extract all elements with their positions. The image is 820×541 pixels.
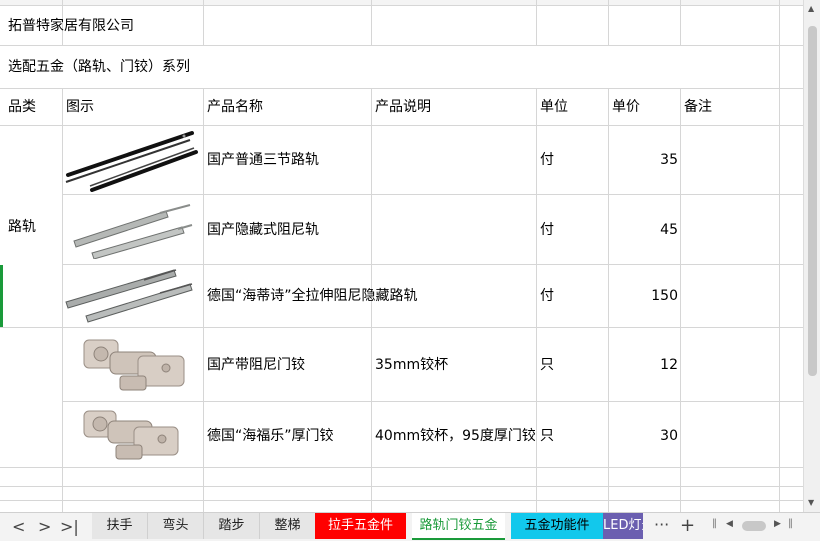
company-name: 拓普特家居有限公司 xyxy=(8,18,134,34)
add-sheet-icon[interactable]: + xyxy=(680,515,695,536)
gridline xyxy=(62,194,803,195)
gridline xyxy=(0,467,803,468)
series-title: 选配五金（路轨、门铰）系列 xyxy=(8,59,190,75)
last-sheet-icon[interactable]: >| xyxy=(60,517,79,536)
header-unit: 单位 xyxy=(540,99,568,115)
hinge-icon xyxy=(83,410,179,460)
gridline xyxy=(62,88,63,512)
spreadsheet-grid[interactable]: 拓普特家居有限公司 选配五金（路轨、门铰）系列 品类 图示 产品名称 产品说明 … xyxy=(0,0,803,512)
product-name: 德国“海蒂诗”全拉伸阻尼隐藏路轨 xyxy=(207,288,418,304)
silver-full-extension-rail-icon xyxy=(65,269,193,323)
tab-staircase[interactable]: 整梯 xyxy=(260,513,316,539)
gridline xyxy=(62,264,803,265)
tab-functional-hardware[interactable]: 五金功能件 xyxy=(511,513,603,539)
gridline xyxy=(608,0,609,45)
gridline xyxy=(203,0,204,45)
header-desc: 产品说明 xyxy=(375,99,431,115)
header-price: 单价 xyxy=(612,99,640,115)
product-unit: 付 xyxy=(540,152,554,168)
product-name: 德国“海福乐”厚门铰 xyxy=(207,428,334,444)
gridline xyxy=(0,5,803,6)
silver-concealed-rail-icon xyxy=(73,204,193,259)
gridline xyxy=(608,88,609,512)
next-sheet-icon[interactable]: > xyxy=(38,517,51,536)
tab-elbow[interactable]: 弯头 xyxy=(148,513,204,539)
product-unit: 付 xyxy=(540,222,554,238)
gridline xyxy=(680,0,681,45)
product-unit: 只 xyxy=(540,428,554,444)
scroll-down-icon[interactable]: ▼ xyxy=(808,498,814,507)
tab-led-lighting[interactable]: LED灯光 xyxy=(603,513,643,539)
tab-handle-hardware[interactable]: 拉手五金件 xyxy=(315,513,406,539)
category-rail: 路轨 xyxy=(8,219,36,235)
product-desc: 40mm铰杯，95度厚门铰链 xyxy=(375,428,535,444)
vertical-scrollbar[interactable]: ▲ ▼ xyxy=(803,0,820,512)
tab-handrail[interactable]: 扶手 xyxy=(92,513,148,539)
gridline xyxy=(779,88,780,512)
gridline xyxy=(536,88,537,512)
product-price: 150 xyxy=(651,288,678,304)
header-category: 品类 xyxy=(8,99,36,115)
gridline xyxy=(62,401,803,402)
product-price: 35 xyxy=(660,152,678,168)
product-name: 国产带阻尼门铰 xyxy=(207,357,305,373)
product-name: 国产普通三节路轨 xyxy=(207,152,319,168)
gridline xyxy=(0,327,803,328)
horizontal-scrollbar[interactable]: ‖ ◀ ▶ ‖ xyxy=(712,518,797,534)
black-drawer-rail-icon xyxy=(65,131,198,192)
gridline xyxy=(0,45,803,46)
tab-tread[interactable]: 踏步 xyxy=(204,513,260,539)
product-price: 45 xyxy=(660,222,678,238)
gridline xyxy=(0,500,803,501)
product-unit: 只 xyxy=(540,357,554,373)
selected-row-marker xyxy=(0,265,3,327)
gridline xyxy=(371,0,372,45)
splitter-icon[interactable]: ‖ xyxy=(788,518,793,529)
gridline xyxy=(779,0,780,88)
gridline xyxy=(203,88,204,512)
splitter-icon[interactable]: ‖ xyxy=(712,518,717,529)
gridline xyxy=(680,88,681,512)
gridline xyxy=(0,125,803,126)
header-name: 产品名称 xyxy=(207,99,263,115)
header-note: 备注 xyxy=(684,99,712,115)
hinge-icon xyxy=(83,339,185,391)
scroll-right-icon[interactable]: ▶ xyxy=(774,519,781,529)
scroll-thumb[interactable] xyxy=(808,26,817,376)
more-sheets-icon[interactable]: ··· xyxy=(654,515,669,534)
product-price: 30 xyxy=(660,428,678,444)
horizontal-scroll-thumb[interactable] xyxy=(742,521,766,531)
gridline xyxy=(0,88,803,89)
tab-rail-hinge-hardware[interactable]: 路轨门铰五金 xyxy=(412,513,505,540)
product-price: 12 xyxy=(660,357,678,373)
product-name: 国产隐藏式阻尼轨 xyxy=(207,222,319,238)
header-image: 图示 xyxy=(66,99,94,115)
product-unit: 付 xyxy=(540,288,554,304)
sheet-tab-bar: < > >| 扶手 弯头 踏步 整梯 拉手五金件 路轨门铰五金 五金功能件 LE… xyxy=(0,512,820,541)
gridline xyxy=(0,486,803,487)
scroll-left-icon[interactable]: ◀ xyxy=(726,519,733,529)
product-desc: 35mm铰杯 xyxy=(375,357,449,373)
scroll-up-icon[interactable]: ▲ xyxy=(808,4,814,13)
prev-sheet-icon[interactable]: < xyxy=(12,517,25,536)
gridline xyxy=(536,0,537,45)
